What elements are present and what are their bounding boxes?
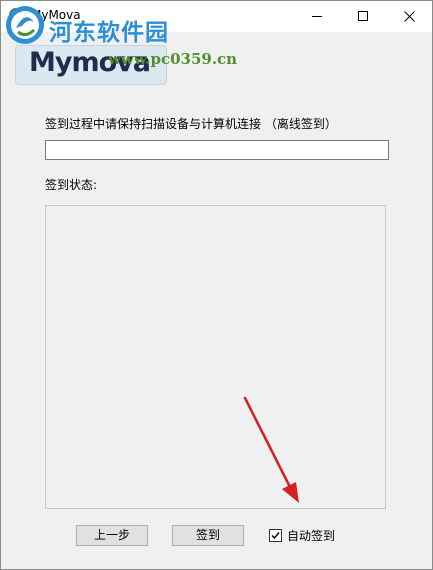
auto-sign-checkbox[interactable]: 自动签到 xyxy=(269,527,335,544)
previous-step-button[interactable]: 上一步 xyxy=(76,525,148,546)
status-label: 签到状态: xyxy=(45,178,98,192)
watermark-url: www.pc0359.cn xyxy=(108,50,238,68)
minimize-icon xyxy=(311,16,322,17)
maximize-button[interactable] xyxy=(340,1,386,32)
instruction-text: 签到过程中请保持扫描设备与计算机连接 （离线签到） xyxy=(45,117,337,131)
app-window: MyMova 河东软件园 Mymova www.pc0359.cn 签到过程中请… xyxy=(0,0,433,570)
watermark-logo-icon xyxy=(6,6,44,44)
auto-sign-checkbox-box[interactable] xyxy=(269,529,282,542)
checkmark-icon xyxy=(271,532,280,540)
auto-sign-label: 自动签到 xyxy=(287,529,336,543)
watermark-site-name: 河东软件园 xyxy=(49,19,169,46)
maximize-icon xyxy=(357,11,368,21)
sign-in-button[interactable]: 签到 xyxy=(172,525,244,546)
status-log-box[interactable] xyxy=(45,205,386,509)
minimize-button[interactable] xyxy=(294,1,340,32)
connection-input[interactable] xyxy=(45,140,389,160)
close-icon xyxy=(403,11,415,22)
close-button[interactable] xyxy=(386,1,432,32)
